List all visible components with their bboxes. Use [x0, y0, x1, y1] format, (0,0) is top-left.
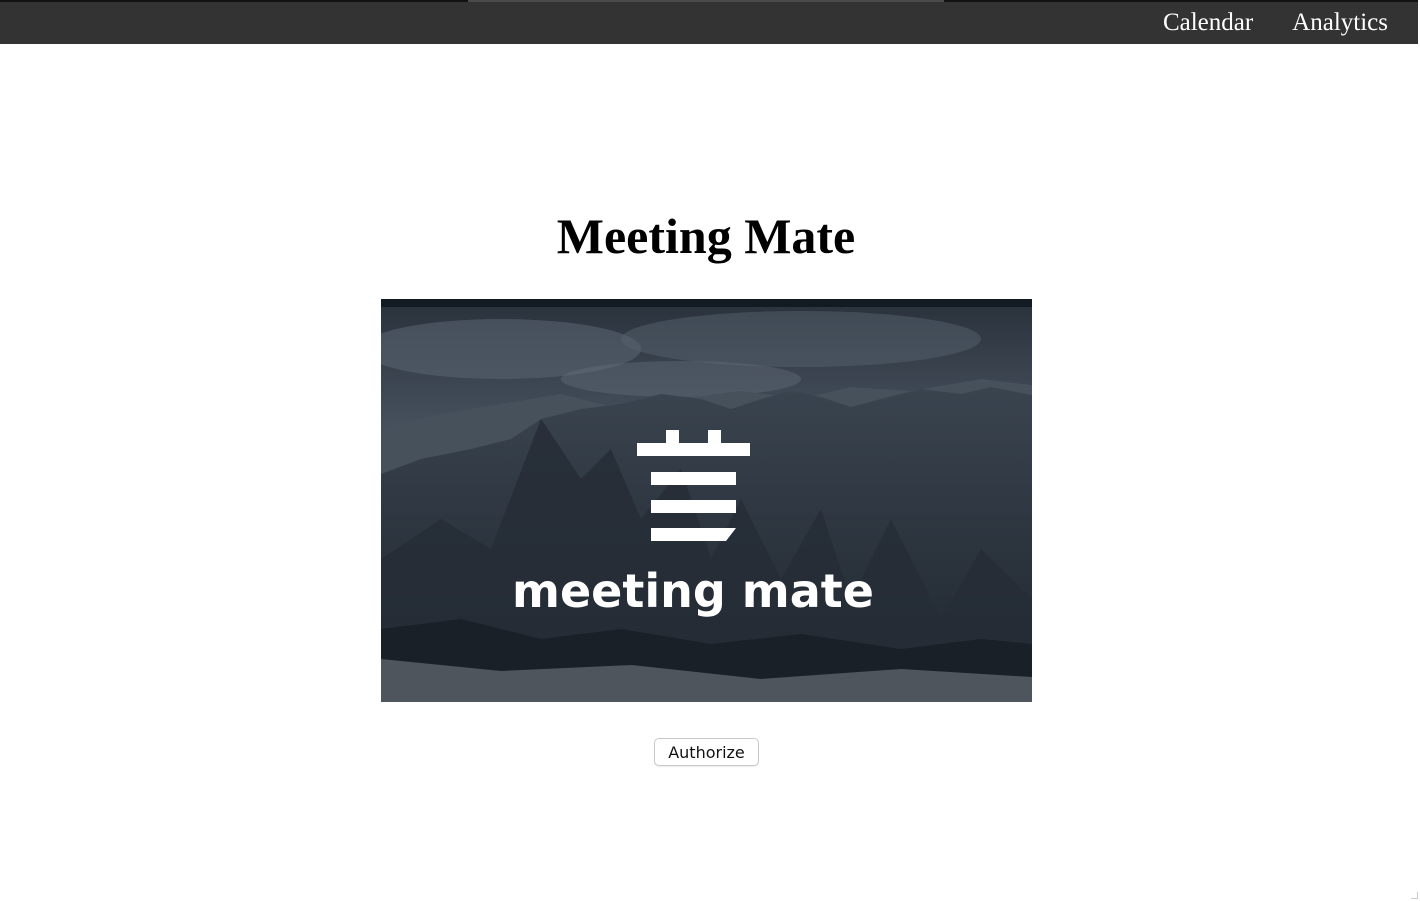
page-title: Meeting Mate	[556, 208, 856, 264]
authorize-button[interactable]: Authorize	[654, 738, 759, 766]
mountain-logo-graphic: meeting mate	[381, 299, 1032, 702]
nav-calendar-link[interactable]: Calendar	[1163, 8, 1253, 38]
resize-grip-icon	[1411, 892, 1418, 899]
top-nav-bar: Calendar Analytics	[0, 0, 1418, 44]
hero-logo-image: meeting mate	[381, 299, 1032, 702]
logo-wordmark: meeting mate	[512, 564, 874, 618]
main-nav: Calendar Analytics	[1163, 8, 1388, 38]
top-bar-accent-stripe	[468, 0, 944, 2]
nav-analytics-link[interactable]: Analytics	[1292, 8, 1388, 38]
